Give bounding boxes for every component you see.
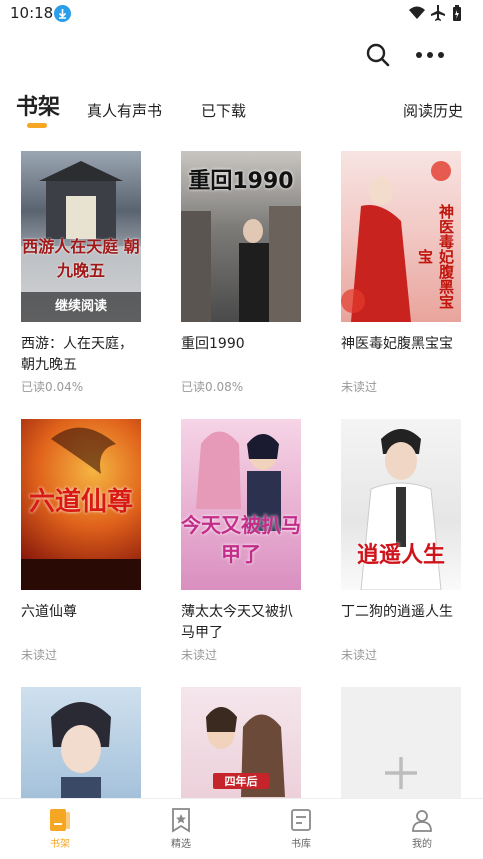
download-status-icon [54,5,71,22]
book-title: 薄太太今天又被扒马甲了 [181,604,293,641]
book-item[interactable]: 重回1990 重回1990 已读0.08% [181,151,311,395]
cover-text: 重回1990 [188,169,294,194]
nav-bookshelf[interactable]: 书架 [30,807,90,850]
book-item[interactable]: 六道仙尊 六道仙尊 未读过 [21,419,151,663]
book-cover[interactable]: 西游人在天庭 朝九晚五 继续阅读 [21,151,141,322]
cover-text: 西游人在天庭 朝九晚五 [22,237,140,280]
plus-icon [385,757,417,789]
cover-text: 六道仙尊 [28,487,133,517]
book-item[interactable]: 今天又被扒马甲了 薄太太今天又被扒马甲了 未读过 [181,419,311,663]
status-time: 10:18 [10,4,54,22]
book-progress: 已读0.04% [21,380,84,394]
book-cover[interactable] [21,687,141,798]
wifi-icon [409,6,425,19]
book-item[interactable]: 逍遥人生 丁二狗的逍遥人生 未读过 [341,419,471,663]
airplane-icon [431,5,445,21]
book-cover[interactable]: 逍遥人生 [341,419,461,590]
profile-icon [412,810,432,832]
book-cover[interactable]: 神医毒妃腹黑宝宝 [341,151,461,322]
nav-featured[interactable]: 精选 [151,807,211,850]
tab-reading-history[interactable]: 阅读历史 [403,100,463,121]
search-button[interactable] [363,40,393,70]
bottom-nav: 书架 精选 书库 我的 [0,798,483,859]
book-cover[interactable]: 四年后 [181,687,301,798]
tab-downloaded[interactable]: 已下载 [201,100,246,121]
book-item[interactable]: 西游人在天庭 朝九晚五 继续阅读 西游：人在天庭，朝九晚五 已读0.04% [21,151,151,395]
search-icon [366,43,390,67]
book-item[interactable] [21,687,151,798]
book-title: 神医毒妃腹黑宝宝 [341,336,453,352]
nav-label: 精选 [171,839,191,850]
add-book-item[interactable] [341,687,471,798]
book-title: 西游：人在天庭，朝九晚五 [21,336,133,373]
book-item[interactable]: 神医毒妃腹黑宝宝 神医毒妃腹黑宝宝 未读过 [341,151,471,395]
nav-label: 书库 [291,839,311,850]
tab-bookshelf[interactable]: 书架 [16,89,60,121]
book-progress: 未读过 [341,380,378,394]
cover-text: 今天又被扒马甲了 [181,513,301,566]
top-actions [363,36,483,72]
bookshelf-icon [50,809,70,831]
book-title: 六道仙尊 [21,604,77,620]
book-title: 丁二狗的逍遥人生 [341,604,453,620]
battery-icon [453,5,461,21]
cover-text: 四年后 [213,773,269,789]
book-cover[interactable]: 重回1990 [181,151,301,322]
status-icons [407,4,467,22]
continue-reading-button[interactable]: 继续阅读 [21,292,141,322]
book-progress: 未读过 [21,648,58,662]
status-bar: 10:18 [0,0,483,28]
tab-audiobooks[interactable]: 真人有声书 [87,100,162,121]
nav-profile[interactable]: 我的 [392,807,452,850]
book-title: 重回1990 [181,336,245,352]
nav-library[interactable]: 书库 [271,807,331,850]
add-book-button[interactable] [341,687,461,798]
nav-label: 书架 [50,839,70,850]
more-button[interactable] [411,40,459,70]
more-dots-icon [416,52,444,58]
nav-label: 我的 [412,839,432,850]
featured-icon [172,808,190,833]
book-item[interactable]: 四年后 [181,687,311,798]
book-cover[interactable]: 今天又被扒马甲了 [181,419,301,590]
shelf-tabs: 书架 真人有声书 已下载 阅读历史 [0,92,483,132]
book-progress: 未读过 [181,648,218,662]
book-progress: 已读0.08% [181,380,244,394]
library-icon [291,809,311,831]
book-progress: 未读过 [341,648,378,662]
book-cover[interactable]: 六道仙尊 [21,419,141,590]
book-grid: 西游人在天庭 朝九晚五 继续阅读 西游：人在天庭，朝九晚五 已读0.04% 重回… [0,150,483,798]
cover-text: 逍遥人生 [356,543,445,568]
cover-text: 神医毒妃腹黑宝宝 [416,203,455,309]
tab-indicator [27,123,47,128]
